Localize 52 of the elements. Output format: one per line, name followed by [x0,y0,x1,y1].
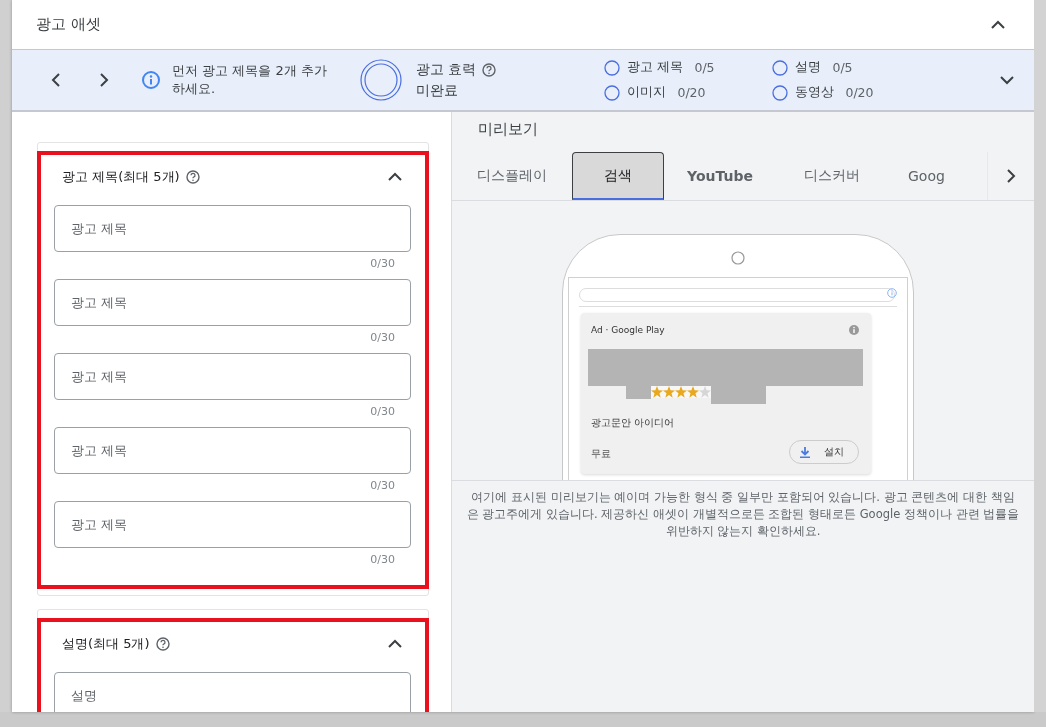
character-counter: 0/30 [370,478,396,493]
tab[interactable]: 검색 [572,152,664,200]
camera-icon [731,251,745,265]
requirement-count: 0/20 [677,85,706,100]
strength-value: 미완료 [416,81,459,100]
requirement-label: 동영상 [795,84,835,101]
input-field[interactable]: 설명 [54,672,411,712]
chevron-right-icon [99,72,109,88]
character-counter: 0/30 [370,552,396,567]
character-counter: 0/30 [370,404,396,419]
star-icon [651,386,663,398]
ad-headline: 광고문안 아이디어 [591,416,676,430]
info-icon [887,288,897,298]
info-icon [849,325,859,335]
chevron-left-icon [51,72,61,88]
requirement-count: 0/20 [845,85,874,100]
requirement-count: 0/5 [694,60,715,75]
section-title: 설명(최대 5개) [61,635,150,653]
disclaimer-text: 여기에 표시된 미리보기는 예이며 가능한 형식 중 일부만 포함되어 있습니다. 광고 콘텐츠에 대한 책임은 광고주에게 있습니다. 제공하신 애셋이 개별적으로든 조합된 형태로든 Google 정책이나 관련 법률을 위반하지 않는지 확인하세요. [466,489,1020,540]
strength-ring [360,59,402,101]
chevron-right-icon [1005,168,1016,184]
star-icon [675,386,687,398]
ad-label: Ad · Google Play [591,325,665,335]
tab[interactable]: Goog [888,152,953,200]
price-label: 무료 [591,447,611,461]
character-counter: 0/30 [370,330,396,345]
input-field[interactable]: 광고 제목 [54,205,411,252]
input-field[interactable]: 광고 제목 [54,501,411,548]
input-field[interactable]: 광고 제목 [54,427,411,474]
tab[interactable]: 디스플레이 [452,152,572,200]
tab[interactable]: 디스커버 [776,152,888,200]
help-icon[interactable] [185,170,200,184]
requirement-label: 설명 [795,59,822,76]
hint-text: 먼저 광고 제목을 2개 추가하세요. [172,62,328,98]
panel-title: 미리보기 [477,119,539,140]
input-field[interactable]: 광고 제목 [54,279,411,326]
star-icon [663,386,675,398]
requirement-label: 이미지 [627,84,667,101]
requirement-label: 광고 제목 [627,59,684,76]
info-icon [142,71,160,89]
input-field[interactable]: 광고 제목 [54,353,411,400]
chevron-down-icon [999,74,1015,86]
help-icon[interactable] [482,62,497,77]
section-title: 광고 제목(최대 5개) [61,168,180,186]
character-counter: 0/30 [370,256,396,271]
help-icon[interactable] [155,637,170,651]
star-icon [687,386,699,398]
strength-label: 광고 효력 [416,60,477,79]
requirement-count: 0/5 [832,60,853,75]
section-title: 광고 애셋 [36,15,101,34]
tab[interactable]: YouTube [664,152,776,200]
download-icon [800,446,810,458]
